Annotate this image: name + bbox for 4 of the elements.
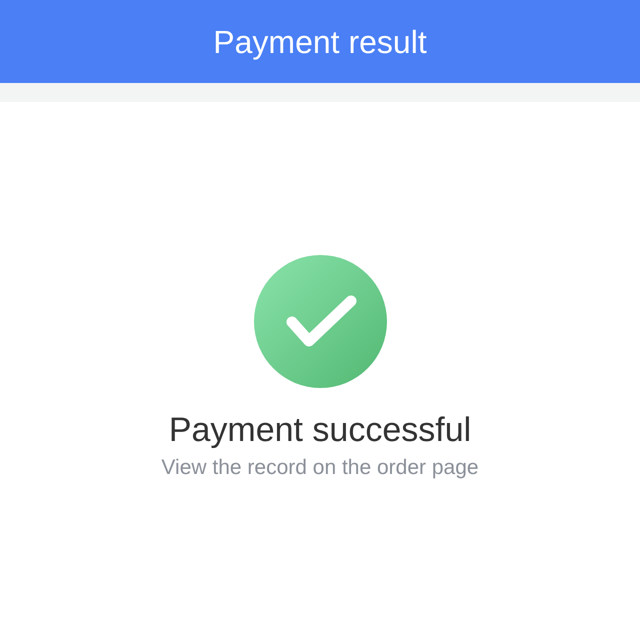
result-message: View the record on the order page [161, 455, 479, 481]
check-circle-icon [254, 255, 386, 388]
page-title: Payment result [213, 26, 427, 58]
result-title: Payment successful [168, 410, 472, 450]
